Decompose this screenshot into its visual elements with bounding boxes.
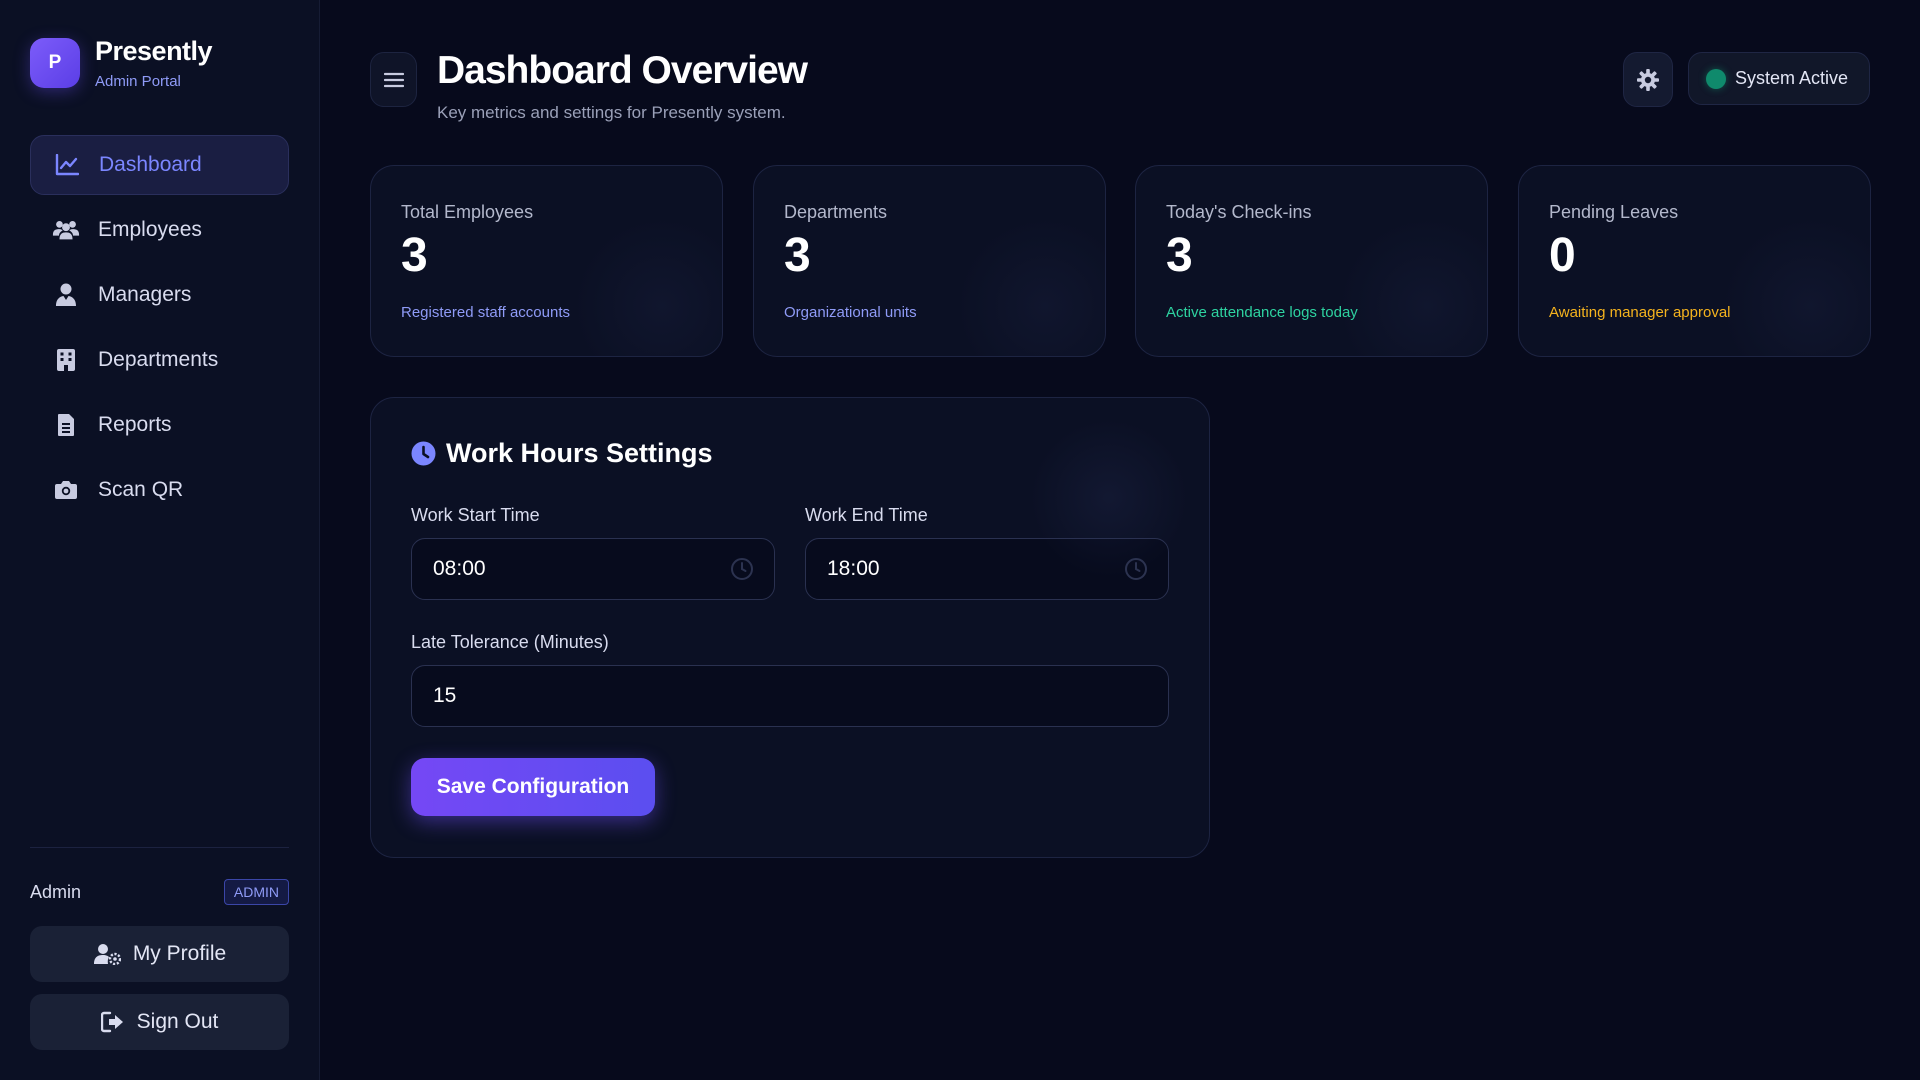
sidebar-item-scan-qr[interactable]: Scan QR <box>30 460 289 520</box>
hamburger-icon <box>383 72 404 88</box>
page-title: Dashboard Overview <box>437 49 808 92</box>
settings-button[interactable] <box>1623 52 1673 107</box>
building-icon <box>52 346 80 374</box>
work-start-time-label: Work Start Time <box>411 505 540 525</box>
stat-note: Active attendance logs today <box>1166 304 1358 321</box>
sign-out-label: Sign Out <box>136 1010 219 1033</box>
sidebar: P Presently Admin Portal Dashboard Emplo… <box>0 0 320 1080</box>
work-hours-settings-card: Work Hours Settings Work Start Time 08:0… <box>370 397 1210 858</box>
stat-label: Pending Leaves <box>1549 202 1679 222</box>
stat-card-pending-leaves: Pending Leaves 0 Awaiting manager approv… <box>1518 165 1871 357</box>
brand-logo: P <box>30 38 80 89</box>
stat-label: Today's Check-ins <box>1166 202 1312 222</box>
my-profile-label: My Profile <box>132 942 227 965</box>
sidebar-item-label: Employees <box>98 218 202 241</box>
stat-note: Registered staff accounts <box>401 304 570 321</box>
user-tie-icon <box>52 281 80 309</box>
stat-label: Departments <box>784 202 888 222</box>
sidebar-item-employees[interactable]: Employees <box>30 200 289 260</box>
late-tolerance-input[interactable]: 15 <box>411 665 1169 727</box>
settings-title-label: Work Hours Settings <box>446 438 713 468</box>
status-dot-icon <box>1706 68 1726 89</box>
chart-line-icon <box>53 151 81 179</box>
menu-toggle-button[interactable] <box>370 52 417 107</box>
late-tolerance-value: 15 <box>433 684 457 707</box>
sidebar-item-managers[interactable]: Managers <box>30 265 289 325</box>
clock-outline-icon <box>1124 557 1148 581</box>
work-end-time-label: Work End Time <box>805 505 928 525</box>
user-gear-icon <box>93 943 121 965</box>
page-subtitle: Key metrics and settings for Presently s… <box>437 103 786 122</box>
settings-title: Work Hours Settings <box>411 438 713 469</box>
stat-note: Awaiting manager approval <box>1549 304 1731 321</box>
stat-card-total-employees: Total Employees 3 Registered staff accou… <box>370 165 723 357</box>
sidebar-item-departments[interactable]: Departments <box>30 330 289 390</box>
sign-out-button[interactable]: Sign Out <box>30 994 289 1050</box>
sidebar-item-label: Departments <box>98 348 219 371</box>
stat-card-todays-checkins: Today's Check-ins 3 Active attendance lo… <box>1135 165 1488 357</box>
stat-value: 3 <box>784 229 811 282</box>
clock-outline-icon <box>730 557 754 581</box>
sign-out-icon <box>100 1011 125 1033</box>
work-start-time-input[interactable]: 08:00 <box>411 538 775 600</box>
late-tolerance-label: Late Tolerance (Minutes) <box>411 632 609 652</box>
stat-label: Total Employees <box>401 202 534 222</box>
user-info: Admin ADMIN <box>30 879 289 905</box>
brand-subtitle: Admin Portal <box>95 72 181 90</box>
sidebar-divider <box>30 847 289 848</box>
stat-value: 3 <box>1166 229 1193 282</box>
stat-value: 0 <box>1549 229 1576 282</box>
camera-icon <box>52 476 80 504</box>
brand[interactable]: P Presently Admin Portal <box>30 36 213 90</box>
users-icon <box>52 216 80 244</box>
role-badge: ADMIN <box>223 879 289 905</box>
sidebar-item-reports[interactable]: Reports <box>30 395 289 455</box>
sidebar-nav: Dashboard Employees Managers Departments… <box>30 135 289 525</box>
sidebar-item-label: Managers <box>98 283 192 306</box>
user-name: Admin <box>30 881 82 902</box>
sidebar-item-dashboard[interactable]: Dashboard <box>30 135 289 195</box>
stat-value: 3 <box>401 229 428 282</box>
stat-note: Organizational units <box>784 304 917 321</box>
system-status-label: System Active <box>1735 68 1849 88</box>
work-end-time-value: 18:00 <box>827 557 880 580</box>
brand-text: Presently Admin Portal <box>95 36 213 90</box>
clock-icon <box>411 441 436 466</box>
sidebar-item-label: Dashboard <box>99 153 202 176</box>
my-profile-button[interactable]: My Profile <box>30 926 289 982</box>
file-lines-icon <box>52 411 80 439</box>
gear-icon <box>1636 68 1660 92</box>
stat-card-departments: Departments 3 Organizational units <box>753 165 1106 357</box>
sidebar-item-label: Reports <box>98 413 172 436</box>
system-status-badge: System Active <box>1688 52 1870 105</box>
brand-name: Presently <box>95 36 213 66</box>
work-end-time-input[interactable]: 18:00 <box>805 538 1169 600</box>
work-start-time-value: 08:00 <box>433 557 486 580</box>
sidebar-item-label: Scan QR <box>98 478 184 501</box>
save-configuration-button[interactable]: Save Configuration <box>411 758 655 816</box>
